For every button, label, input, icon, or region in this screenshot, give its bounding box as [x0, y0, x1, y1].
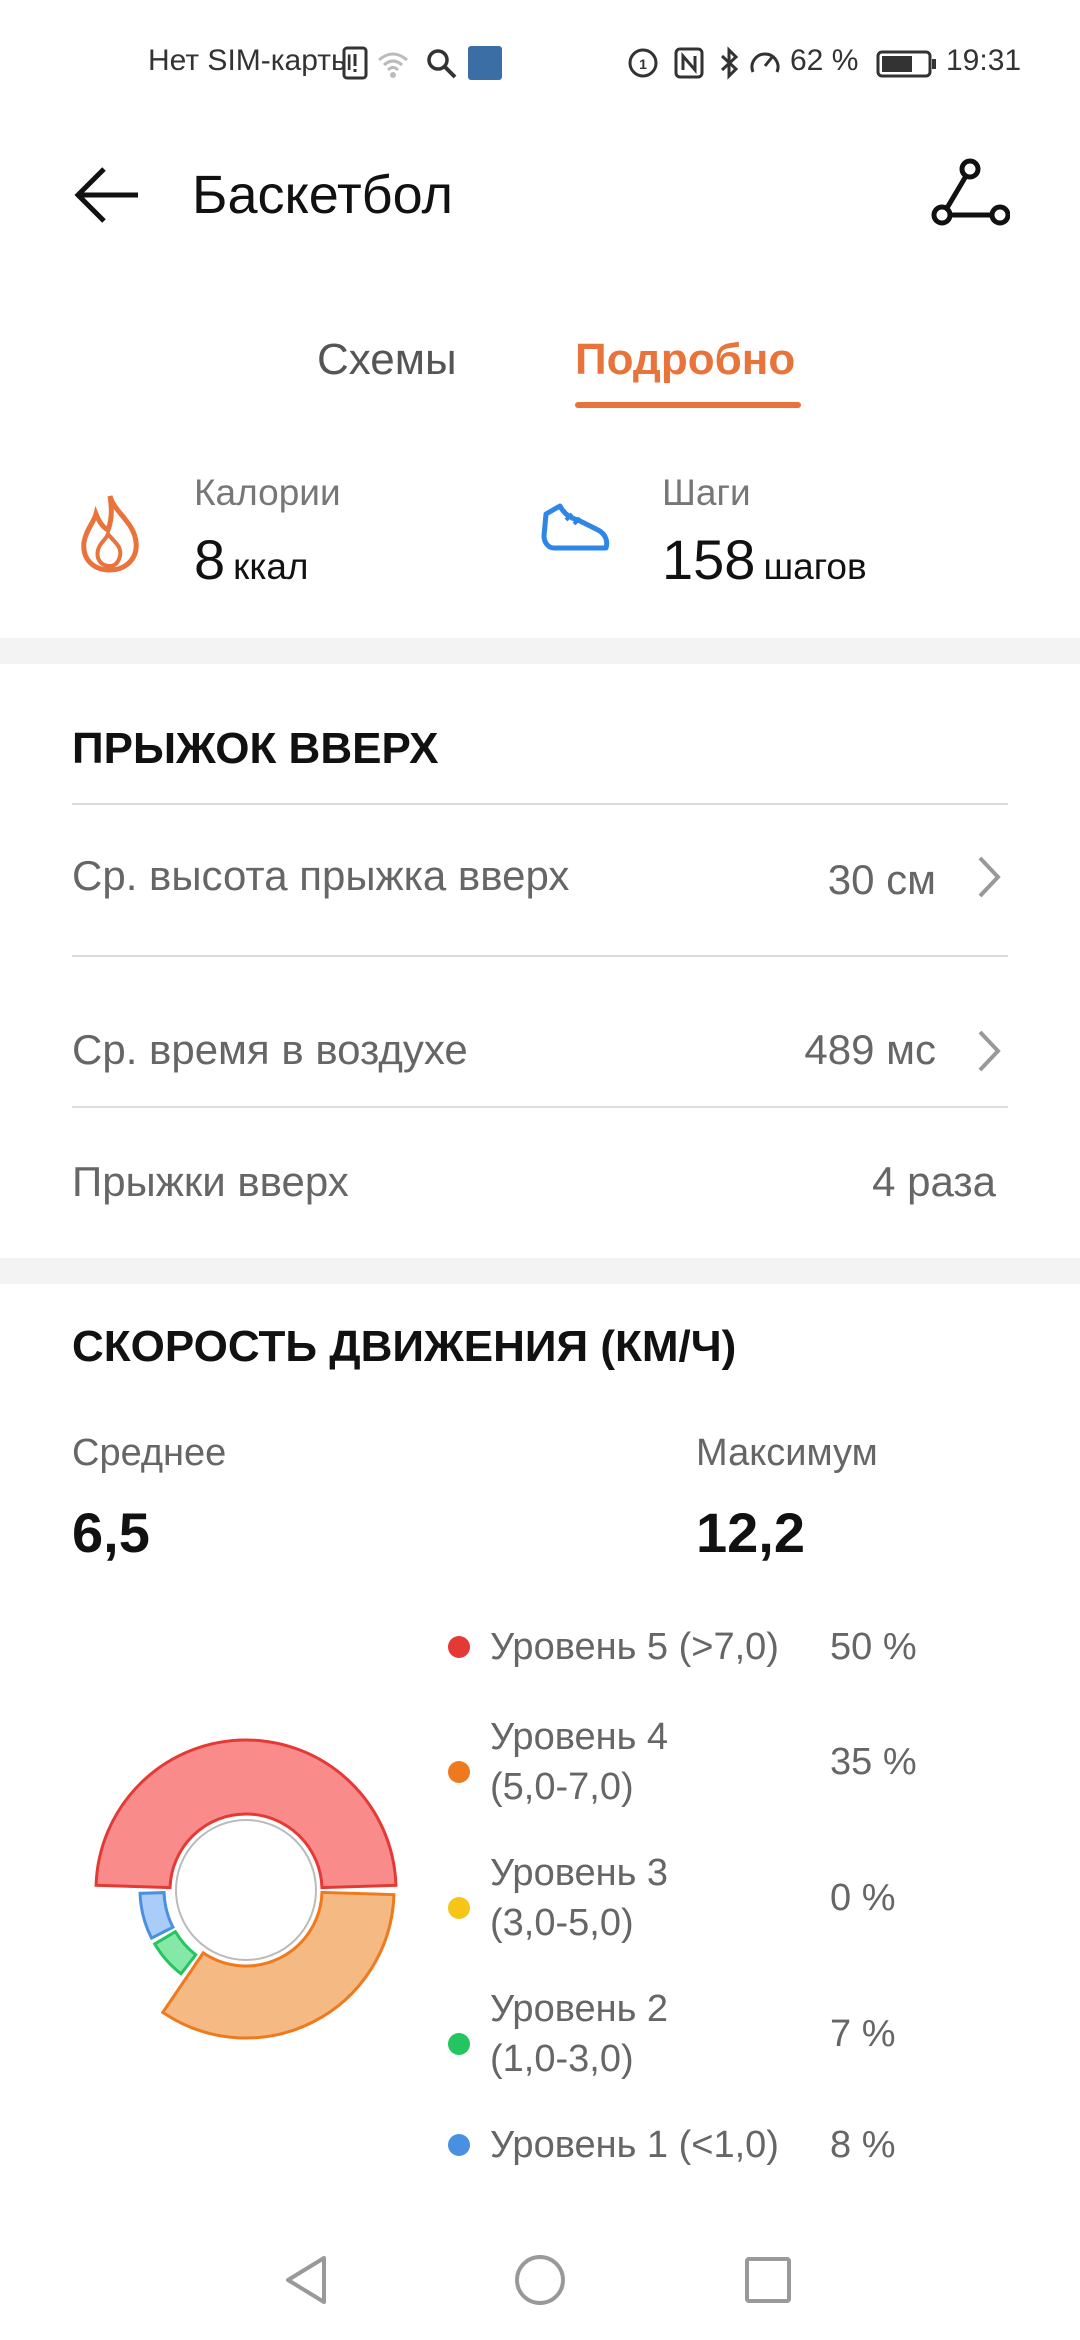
nav-recents-icon[interactable] [738, 2250, 798, 2310]
flame-icon [81, 495, 139, 573]
legend-color-dot [448, 1761, 470, 1783]
bluetooth-icon [720, 46, 739, 80]
back-arrow-icon[interactable] [72, 160, 142, 230]
legend-level-percent: 50 % [830, 1626, 917, 1668]
battery-percent: 62 % [790, 44, 859, 77]
carrier-label: Нет SIM-карты [148, 44, 353, 77]
app-notification-icon [468, 46, 502, 80]
legend-level-label: Уровень 1 (<1,0) [490, 2124, 779, 2166]
steps-label: Шаги [662, 472, 751, 513]
legend-level-label: Уровень 3 [490, 1852, 669, 1894]
legend-color-dot [448, 1897, 470, 1919]
air-time-row[interactable]: Ср. время в воздухе 489 мс [0, 958, 1080, 1106]
speed-max-label: Максимум [696, 1432, 878, 1474]
battery-icon [876, 50, 936, 78]
data-saver-icon: 1 [628, 48, 658, 78]
donut-center [175, 1819, 317, 1961]
speed-max-value: 12,2 [696, 1501, 805, 1564]
speed-gauge-icon [750, 52, 780, 73]
calories-value: 8 [194, 528, 226, 591]
clock: 19:31 [946, 44, 1022, 77]
legend-level-range: (5,0-7,0) [490, 1766, 634, 1808]
tab-schemes[interactable]: Схемы [317, 330, 457, 390]
section-divider [0, 1258, 1080, 1284]
divider-line [72, 803, 1008, 805]
jumps-count-label: Прыжки вверх [72, 1158, 349, 1205]
legend-level-percent: 8 % [830, 2124, 896, 2166]
calories-label: Калории [194, 472, 341, 513]
calories-unit: ккал [233, 546, 309, 587]
divider-line [72, 955, 1008, 957]
steps-value: 158 [662, 528, 756, 591]
legend-level-percent: 7 % [830, 2013, 896, 2055]
legend-level-range: (1,0-3,0) [490, 2038, 634, 2080]
nav-back-icon[interactable] [278, 2250, 338, 2310]
legend-color-dot [448, 2033, 470, 2055]
svg-text:1: 1 [639, 56, 647, 72]
air-time-value: 489 мс [804, 1026, 936, 1073]
legend-level-range: (3,0-5,0) [490, 1902, 634, 1944]
legend-color-dot [448, 2134, 470, 2156]
calories-value-group: 8 ккал [194, 530, 309, 605]
chevron-right-icon [978, 1030, 1001, 1072]
air-time-label: Ср. время в воздухе [72, 1026, 468, 1073]
legend-level-label: Уровень 5 (>7,0) [490, 1626, 779, 1668]
jump-section-title: ПРЫЖОК ВВЕРХ [72, 724, 439, 773]
divider-line [72, 1106, 1008, 1108]
legend-level-percent: 35 % [830, 1741, 917, 1783]
sim-alert-icon [342, 46, 368, 80]
jump-height-label: Ср. высота прыжка вверх [72, 852, 570, 899]
nfc-icon [674, 47, 704, 79]
jumps-count-value: 4 раза [872, 1158, 996, 1205]
jump-height-value: 30 см [827, 856, 936, 903]
speed-levels-donut-chart [94, 1738, 398, 2040]
speed-average-value: 6,5 [72, 1501, 150, 1564]
legend-color-dot [448, 1636, 470, 1658]
search-icon [427, 49, 457, 79]
chevron-right-icon [978, 856, 1001, 898]
donut-slice-level-1 [138, 1891, 175, 1941]
active-tab-indicator [575, 402, 801, 408]
speed-average-label: Среднее [72, 1432, 227, 1474]
steps-unit: шагов [763, 546, 867, 587]
legend-level-label: Уровень 2 [490, 1988, 669, 2030]
legend-level-label: Уровень 4 [490, 1716, 669, 1758]
sneaker-icon [541, 503, 610, 551]
section-divider [0, 638, 1080, 664]
legend-level-percent: 0 % [830, 1877, 896, 1919]
speed-section-title: СКОРОСТЬ ДВИЖЕНИЯ (КМ/Ч) [72, 1322, 737, 1371]
route-share-icon[interactable] [930, 155, 1010, 235]
nav-home-icon[interactable] [510, 2250, 570, 2310]
page-title: Баскетбол [192, 165, 453, 225]
jump-height-row[interactable]: Ср. высота прыжка вверх 30 см [0, 806, 1080, 954]
tab-details[interactable]: Подробно [575, 330, 795, 390]
steps-value-group: 158 шагов [662, 530, 867, 605]
wifi-icon [378, 52, 408, 78]
donut-slice-level-2 [152, 1929, 198, 1976]
status-bar: Нет SIM-карты 1 62 % 19:31 [0, 0, 1080, 130]
